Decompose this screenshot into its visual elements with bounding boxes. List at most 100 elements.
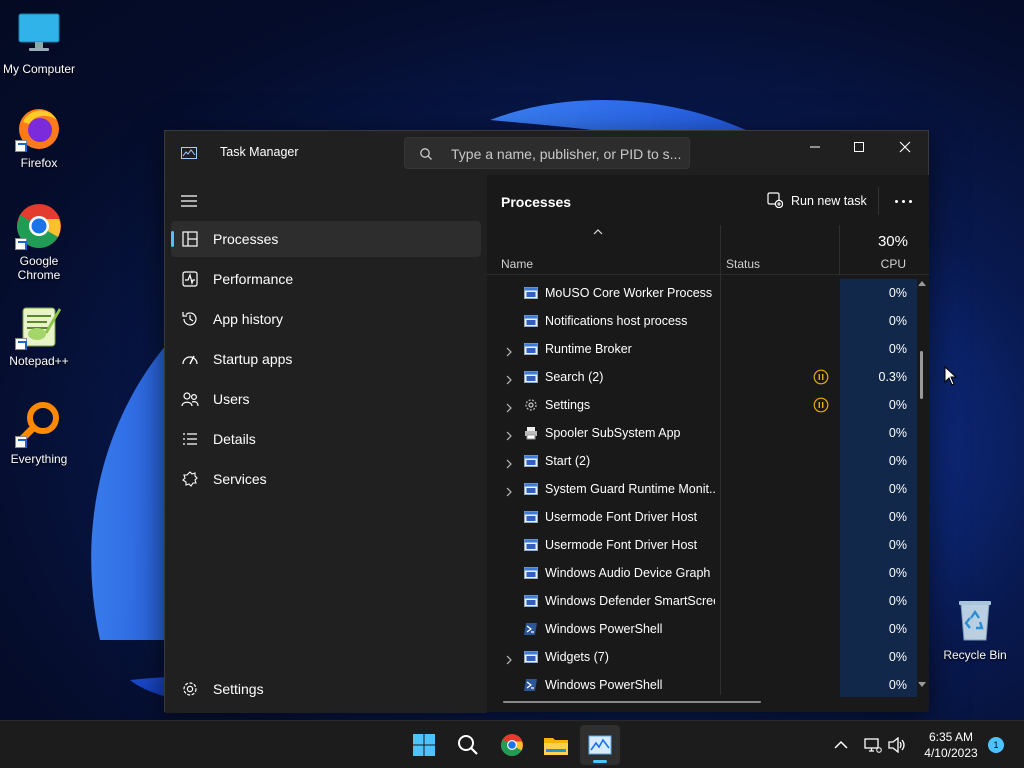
clock-time: 6:35 AM [928,730,974,744]
column-status-header[interactable]: Status [726,257,760,271]
nav-item-app-history[interactable]: App history [171,301,481,337]
taskbar-search-button[interactable] [448,725,488,765]
search-box[interactable] [404,137,690,169]
process-row[interactable]: Settings 0% [487,391,917,419]
process-row[interactable]: Usermode Font Driver Host 0% [487,503,917,531]
nav-item-users[interactable]: Users [171,381,481,417]
window-icon [524,510,538,524]
more-options-button[interactable] [889,189,917,213]
column-header-row: Name Status 30% CPU [487,225,929,275]
chrome-icon [15,202,63,250]
taskbar: 6:35 AM 4/10/2023 1 [0,720,1024,768]
cpu-cell: 0% [840,503,917,531]
process-row[interactable]: Windows PowerShell 0% [487,615,917,643]
taskbar-task-manager-button[interactable] [580,725,620,765]
search-input[interactable] [451,144,683,164]
process-row[interactable]: Start (2) 0% [487,447,917,475]
nav-item-settings[interactable]: Settings [171,671,481,707]
volume-icon[interactable] [888,737,906,753]
process-name: Notifications host process [545,314,688,328]
close-button[interactable] [882,131,928,163]
process-row[interactable]: Runtime Broker 0% [487,335,917,363]
desktop-icon-firefox[interactable]: Firefox [0,104,78,170]
notification-badge[interactable]: 1 [988,737,1004,753]
show-hidden-icons-icon[interactable] [834,740,848,750]
process-row[interactable]: Windows Defender SmartScreen 0% [487,587,917,615]
desktop-icon-my-computer[interactable]: My Computer [0,10,78,76]
expand-chevron-icon[interactable] [505,372,513,385]
nav-item-performance[interactable]: Performance [171,261,481,297]
clock[interactable]: 6:35 AM 4/10/2023 [908,729,994,761]
expand-chevron-icon[interactable] [505,456,513,469]
window-icon [524,286,538,300]
cpu-cell: 0% [840,643,917,671]
scroll-up-icon[interactable] [917,279,927,287]
cpu-cell: 0% [840,447,917,475]
expand-chevron-icon[interactable] [505,400,513,413]
cpu-value: 0% [888,398,907,412]
expand-chevron-icon[interactable] [505,484,513,497]
monitor-icon [15,10,63,58]
desktop-icon-everything[interactable]: Everything [0,400,78,466]
scroll-down-icon[interactable] [917,681,927,689]
process-name: Spooler SubSystem App [545,426,681,440]
cpu-value: 0% [888,286,907,300]
horizontal-scrollbar[interactable] [503,701,761,703]
gear-icon [183,682,197,696]
nav-label: Services [213,471,267,487]
cpu-cell: 0% [840,391,917,419]
taskbar-file-explorer-button[interactable] [536,725,576,765]
taskbar-chrome-button[interactable] [492,725,532,765]
maximize-button[interactable] [836,131,882,163]
process-list: MoUSO Core Worker Process 0% Notifications… [487,279,917,697]
desktop-icon-label: Notepad++ [9,354,69,368]
process-row[interactable]: Windows Audio Device Graph ... 0% [487,559,917,587]
nav-item-services[interactable]: Services [171,461,481,497]
cpu-cell: 0% [840,475,917,503]
network-icon[interactable] [864,737,882,753]
history-icon [182,312,197,326]
gear-icon [524,398,538,412]
mouse-cursor-icon [944,366,958,386]
process-row[interactable]: Search (2) 0.3% [487,363,917,391]
file-explorer-icon [544,738,568,755]
nav-item-details[interactable]: Details [171,421,481,457]
desktop-icon-recycle-bin[interactable]: Recycle Bin [936,596,1014,662]
process-row[interactable]: Widgets (7) 0% [487,643,917,671]
shortcut-arrow-icon [15,238,27,250]
expand-chevron-icon[interactable] [505,652,513,665]
expand-chevron-icon[interactable] [505,428,513,441]
process-row[interactable]: Notifications host process 0% [487,307,917,335]
nav-item-processes[interactable]: Processes [171,221,481,257]
start-button[interactable] [404,725,444,765]
nav-label: Processes [213,231,279,247]
expand-chevron-icon[interactable] [505,344,513,357]
desktop-icon-chrome[interactable]: Google Chrome [0,202,78,282]
process-row[interactable]: Usermode Font Driver Host 0% [487,531,917,559]
everything-search-icon [15,400,63,448]
search-icon [420,148,432,160]
hamburger-menu-icon[interactable] [181,195,197,207]
sort-ascending-icon[interactable] [593,229,603,235]
process-row[interactable]: Windows PowerShell 0% [487,671,917,697]
desktop-icon-notepadpp[interactable]: Notepad++ [0,302,78,368]
column-name-header[interactable]: Name [501,257,533,271]
process-row[interactable]: Spooler SubSystem App 0% [487,419,917,447]
powershell-icon [524,678,538,692]
scrollbar-thumb[interactable] [920,351,923,399]
cpu-cell: 0.3% [840,363,917,391]
performance-icon [182,271,198,287]
minimize-button[interactable] [792,131,838,163]
nav-item-startup-apps[interactable]: Startup apps [171,341,481,377]
processes-pane: Processes Run new task Name Status 30% C… [487,175,929,712]
page-title: Processes [501,194,572,210]
column-cpu-header[interactable]: CPU [840,257,906,271]
process-row[interactable]: System Guard Runtime Monit... 0% [487,475,917,503]
process-name: Usermode Font Driver Host [545,538,698,552]
recycle-bin-icon [951,596,999,644]
process-row[interactable]: MoUSO Core Worker Process 0% [487,279,917,307]
title-bar[interactable]: Task Manager [165,131,928,175]
vertical-scrollbar[interactable] [917,279,927,699]
firefox-icon [15,104,63,152]
cpu-value: 0% [888,314,907,328]
